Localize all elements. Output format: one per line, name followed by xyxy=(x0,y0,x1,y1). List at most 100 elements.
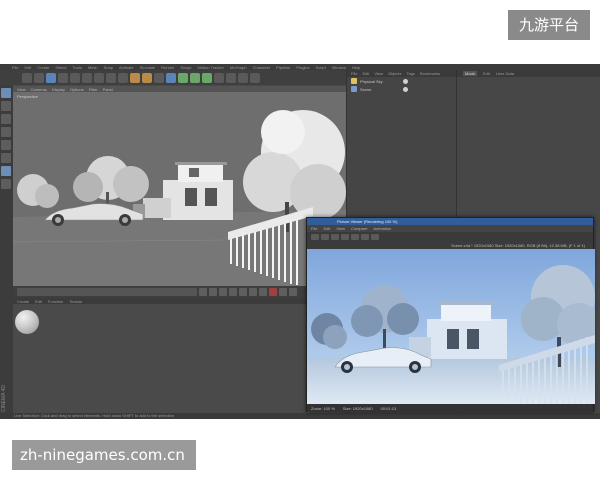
array-icon[interactable] xyxy=(202,72,212,83)
material-menu-item-function[interactable]: Function xyxy=(48,299,63,304)
histogram-icon[interactable] xyxy=(361,234,369,240)
viewport-menu-item-filter[interactable]: Filter xyxy=(89,87,98,92)
material-menu-item-edit[interactable]: Edit xyxy=(35,299,42,304)
viewport-menu-item-view[interactable]: View xyxy=(17,87,26,92)
keyframe-selection-icon[interactable] xyxy=(289,288,297,296)
menu-item-simulate[interactable]: Simulate xyxy=(140,65,156,70)
fit-icon[interactable] xyxy=(321,234,329,240)
points-mode-icon[interactable] xyxy=(1,140,11,150)
snap-icon[interactable] xyxy=(1,179,11,189)
picture-viewer-menu-item-file[interactable]: File xyxy=(311,226,317,231)
menu-item-edit[interactable]: Edit xyxy=(24,65,31,70)
move-icon[interactable] xyxy=(58,72,68,83)
ab-compare-icon[interactable] xyxy=(351,234,359,240)
perspective-viewport[interactable]: View Cameras Display Options Filter Panel xyxy=(13,86,346,286)
zoom-icon[interactable] xyxy=(311,234,319,240)
viewport-menu-item-cameras[interactable]: Cameras xyxy=(31,87,47,92)
undo-icon[interactable] xyxy=(22,72,32,83)
viewport-menu-item-options[interactable]: Options xyxy=(70,87,84,92)
menu-item-mesh[interactable]: Mesh xyxy=(88,65,98,70)
next-frame-icon[interactable] xyxy=(239,288,247,296)
play-icon[interactable] xyxy=(229,288,237,296)
scene-icon[interactable] xyxy=(226,72,236,83)
render-picture-viewer-icon[interactable] xyxy=(142,72,152,83)
menu-item-script[interactable]: Script xyxy=(316,65,326,70)
object-menu-item-view[interactable]: View xyxy=(374,71,383,76)
viewport-menu-item-display[interactable]: Display xyxy=(52,87,65,92)
object-row[interactable]: Physical Sky xyxy=(347,77,456,85)
object-menu-item-tags[interactable]: Tags xyxy=(407,71,415,76)
go-to-start-icon[interactable] xyxy=(199,288,207,296)
viewport-scene[interactable] xyxy=(13,92,346,286)
nurbs-icon[interactable] xyxy=(190,72,200,83)
workplane-icon[interactable] xyxy=(1,127,11,137)
next-key-icon[interactable] xyxy=(249,288,257,296)
attr-tab-edit[interactable]: Edit xyxy=(483,71,490,76)
viewport-menu-item-panel[interactable]: Panel xyxy=(103,87,113,92)
object-menu-item-objects[interactable]: Objects xyxy=(388,71,402,76)
material-preview[interactable] xyxy=(15,310,39,334)
menu-item-character[interactable]: Character xyxy=(253,65,271,70)
picture-viewer-menu-item-animation[interactable]: Animation xyxy=(373,226,391,231)
previous-frame-icon[interactable] xyxy=(219,288,227,296)
make-editable-icon[interactable] xyxy=(1,88,11,98)
picture-viewer-menu-item-edit[interactable]: Edit xyxy=(323,226,330,231)
menu-item-tools[interactable]: Tools xyxy=(73,65,82,70)
playback-controls xyxy=(199,288,297,296)
edges-mode-icon[interactable] xyxy=(1,153,11,163)
material-menu-item-create[interactable]: Create xyxy=(17,299,29,304)
camera-icon[interactable] xyxy=(238,72,248,83)
redo-icon[interactable] xyxy=(34,72,44,83)
menu-item-file[interactable]: File xyxy=(12,65,18,70)
object-menu-item-edit[interactable]: Edit xyxy=(362,71,369,76)
object-row[interactable]: Scene xyxy=(347,85,456,93)
picture-viewer-menu-item-view[interactable]: View xyxy=(336,226,345,231)
picture-viewer-titlebar[interactable]: Picture Viewer (Rendering 100 %) xyxy=(307,218,593,225)
menu-item-sculpt[interactable]: Sculpt xyxy=(180,65,191,70)
menu-item-render[interactable]: Render xyxy=(161,65,174,70)
light-icon[interactable] xyxy=(250,72,260,83)
menu-item-help[interactable]: Help xyxy=(352,65,360,70)
model-mode-icon[interactable] xyxy=(1,101,11,111)
render-settings-icon[interactable] xyxy=(154,72,164,83)
material-menu-item-texture[interactable]: Texture xyxy=(69,299,82,304)
attr-tab-user-data[interactable]: User Data xyxy=(496,71,514,76)
timeline-track[interactable] xyxy=(17,288,197,296)
timeline[interactable] xyxy=(13,286,346,298)
menu-item-plugins[interactable]: Plugins xyxy=(296,65,309,70)
save-icon[interactable] xyxy=(341,234,349,240)
channels-icon[interactable] xyxy=(371,234,379,240)
spline-icon[interactable] xyxy=(178,72,188,83)
picture-viewer-window[interactable]: Picture Viewer (Rendering 100 %) File Edi… xyxy=(306,217,595,412)
scale-icon[interactable] xyxy=(70,72,80,83)
deformer-icon[interactable] xyxy=(214,72,224,83)
autokey-icon[interactable] xyxy=(279,288,287,296)
object-menu-item-bookmarks[interactable]: Bookmarks xyxy=(420,71,440,76)
tag-icon[interactable] xyxy=(403,78,408,84)
z-axis-icon[interactable] xyxy=(118,72,128,83)
tag-icon[interactable] xyxy=(403,86,408,92)
polygons-mode-icon[interactable] xyxy=(1,166,11,176)
cube-icon[interactable] xyxy=(166,72,176,83)
menu-item-select[interactable]: Select xyxy=(55,65,66,70)
menu-item-snap[interactable]: Snap xyxy=(104,65,113,70)
menu-item-create[interactable]: Create xyxy=(37,65,49,70)
x-axis-icon[interactable] xyxy=(94,72,104,83)
live-selection-icon[interactable] xyxy=(46,72,56,83)
menu-item-window[interactable]: Window xyxy=(332,65,346,70)
menu-item-mograph[interactable]: MoGraph xyxy=(230,65,247,70)
render-view-icon[interactable] xyxy=(130,72,140,83)
previous-key-icon[interactable] xyxy=(209,288,217,296)
record-icon[interactable] xyxy=(269,288,277,296)
stop-icon[interactable] xyxy=(331,234,339,240)
object-menu-item-file[interactable]: File xyxy=(351,71,357,76)
go-to-end-icon[interactable] xyxy=(259,288,267,296)
attr-tab-mode[interactable]: Mode xyxy=(463,71,478,76)
menu-item-motion-tracker[interactable]: Motion Tracker xyxy=(197,65,223,70)
rotate-icon[interactable] xyxy=(82,72,92,83)
texture-mode-icon[interactable] xyxy=(1,114,11,124)
menu-item-animate[interactable]: Animate xyxy=(119,65,134,70)
picture-viewer-menu-item-compare[interactable]: Compare xyxy=(351,226,367,231)
y-axis-icon[interactable] xyxy=(106,72,116,83)
menu-item-pipeline[interactable]: Pipeline xyxy=(276,65,290,70)
